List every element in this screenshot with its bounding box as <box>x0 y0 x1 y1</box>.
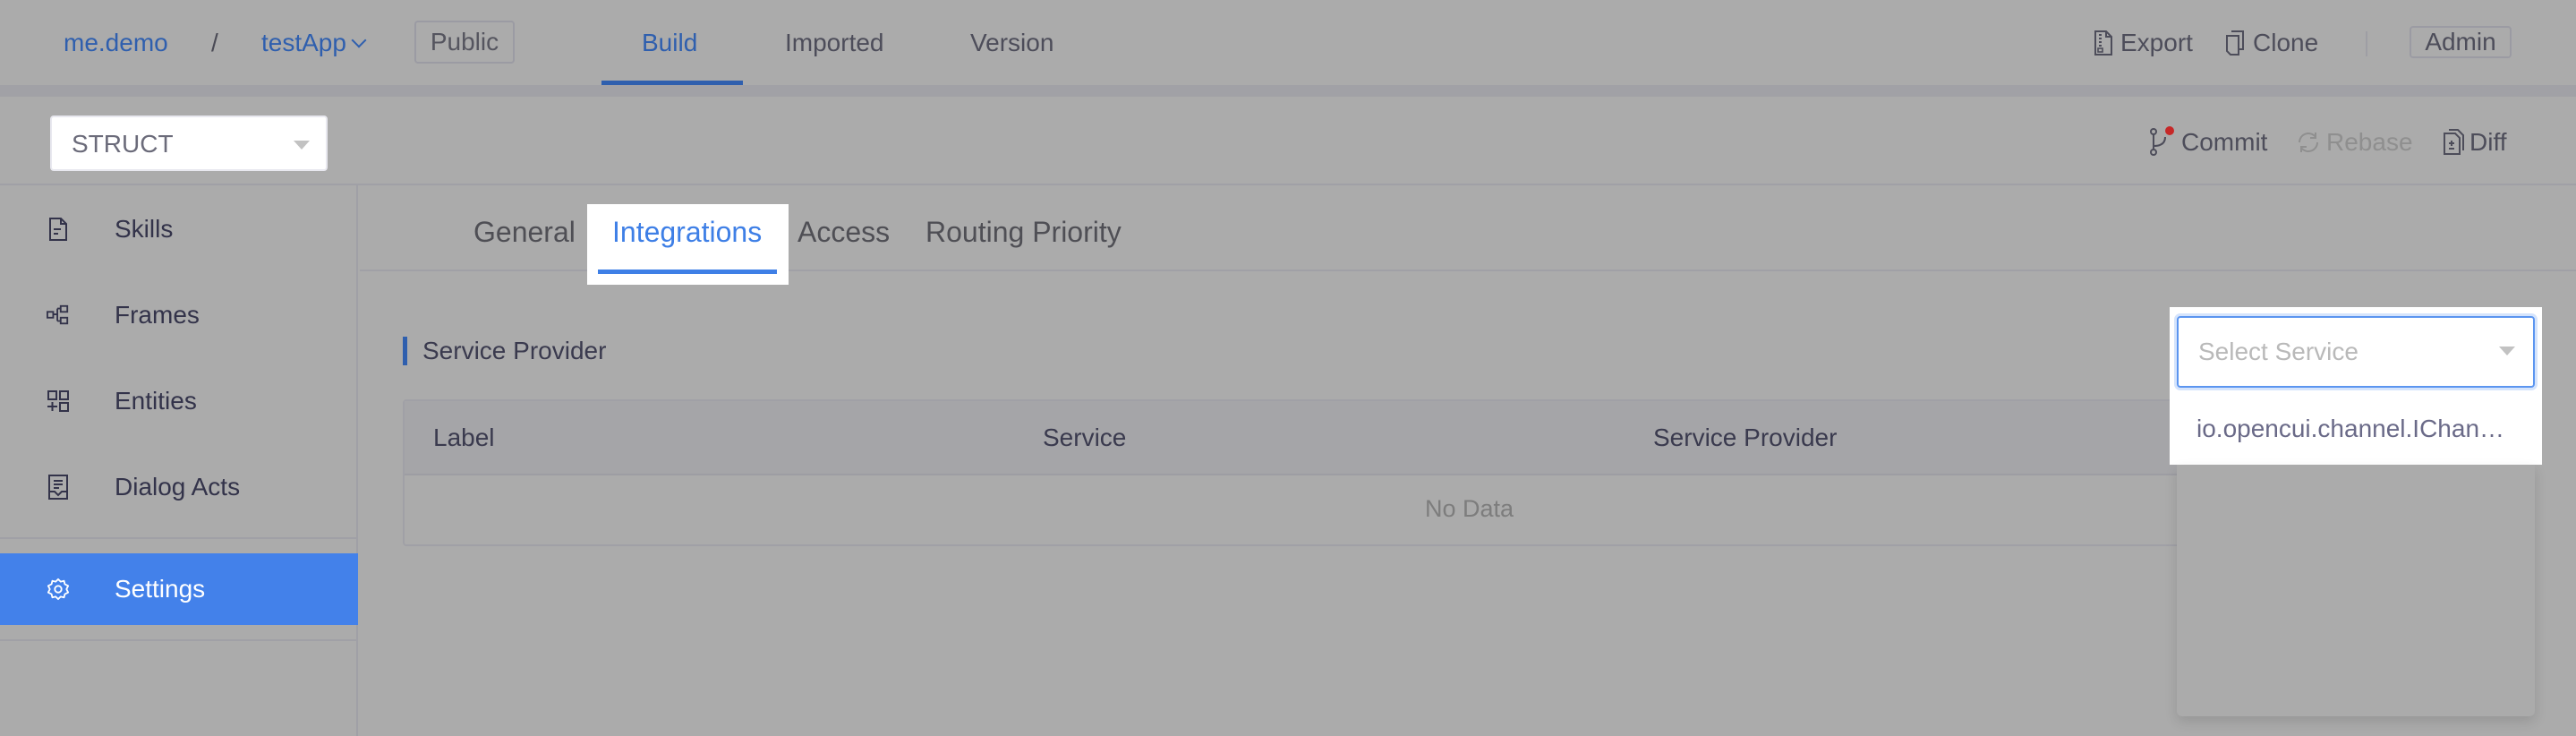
caret-down-icon <box>2499 347 2515 355</box>
tab-integrations[interactable]: Integrations <box>612 214 762 250</box>
service-option-label: io.opencui.channel.IChan… <box>2196 415 2505 442</box>
column-header-label: Label <box>433 424 495 451</box>
clone-button[interactable]: Clone <box>2224 25 2318 61</box>
column-header-service: Service <box>1043 424 1127 451</box>
export-button[interactable]: Export <box>2094 25 2193 61</box>
section-title: Service Provider <box>422 337 607 364</box>
tab-general[interactable]: General <box>473 214 576 250</box>
chevron-down-icon <box>351 32 367 48</box>
type-select[interactable]: STRUCT <box>50 116 328 171</box>
column-header-service-provider: Service Provider <box>1653 424 1838 451</box>
caret-down-icon <box>294 141 310 150</box>
commit-button[interactable]: Commit <box>2149 126 2267 158</box>
sidebar-item-entities[interactable]: Entities <box>0 365 358 437</box>
diff-label: Diff <box>2469 128 2507 156</box>
service-provider-table: Label Service Service Provider No Data <box>403 399 2193 546</box>
sidebar: Skills Frames Entities Dialog Acts Setti… <box>0 185 358 736</box>
gear-icon <box>47 578 70 601</box>
nav-tab-imported[interactable]: Imported <box>785 27 884 59</box>
table-empty-state: No Data <box>405 475 2191 544</box>
sidebar-item-label: Skills <box>115 215 174 243</box>
sidebar-divider <box>0 537 358 539</box>
header-shadow-band <box>0 85 2576 97</box>
copy-icon <box>2226 30 2244 56</box>
sidebar-item-settings[interactable]: Settings <box>0 553 358 625</box>
tab-access[interactable]: Access <box>798 214 890 250</box>
section-accent-bar <box>403 337 407 365</box>
sidebar-item-label: Settings <box>115 575 206 603</box>
rebase-button[interactable]: Rebase <box>2296 126 2413 158</box>
diff-button[interactable]: Diff <box>2443 126 2507 158</box>
empty-text: No Data <box>1425 495 1514 522</box>
workspace-toolbar: STRUCT Commit Rebase Diff <box>0 97 2576 185</box>
tab-routing-priority[interactable]: Routing Priority <box>925 214 1122 250</box>
file-zip-icon <box>2094 30 2112 56</box>
type-select-value: STRUCT <box>72 130 174 158</box>
file-diff-icon <box>2444 129 2464 155</box>
nav-tab-version[interactable]: Version <box>970 27 1053 59</box>
role-badge[interactable]: Admin <box>2410 26 2512 58</box>
app-switcher[interactable]: testApp <box>261 27 367 59</box>
breadcrumb-org-link[interactable]: me.demo <box>64 27 168 59</box>
sidebar-item-frames[interactable]: Frames <box>0 279 358 351</box>
sidebar-item-label: Dialog Acts <box>115 473 241 501</box>
app-name: testApp <box>261 29 346 56</box>
document-icon <box>47 218 70 241</box>
service-select-placeholder: Select Service <box>2198 338 2358 365</box>
sidebar-divider <box>0 639 358 641</box>
inbox-document-icon <box>47 475 70 500</box>
sync-icon <box>2299 133 2318 152</box>
sidebar-item-dialog-acts[interactable]: Dialog Acts <box>0 451 358 523</box>
export-label: Export <box>2120 29 2193 56</box>
clone-label: Clone <box>2253 29 2319 56</box>
rebase-label: Rebase <box>2326 128 2413 156</box>
breadcrumb-separator: / <box>211 29 218 56</box>
service-dropdown-panel <box>2177 465 2535 716</box>
sidebar-item-label: Frames <box>115 301 200 329</box>
tab-active-indicator <box>598 270 777 274</box>
commit-change-dot <box>2165 126 2174 135</box>
header-divider <box>2366 31 2367 56</box>
sidebar-item-skills[interactable]: Skills <box>0 193 358 265</box>
commit-label: Commit <box>2181 128 2268 156</box>
tree-structure-icon <box>47 304 70 327</box>
blocks-add-icon <box>47 389 70 413</box>
top-header: me.demo / testApp Public Build Imported … <box>0 0 2576 85</box>
visibility-badge: Public <box>414 21 515 64</box>
service-option[interactable]: io.opencui.channel.IChan… <box>2177 397 2535 465</box>
table-header: Label Service Service Provider <box>405 401 2191 475</box>
nav-tab-build[interactable]: Build <box>642 27 697 59</box>
sidebar-item-label: Entities <box>115 387 197 415</box>
service-select[interactable]: Select Service <box>2177 316 2535 388</box>
service-select-container: Select Service io.opencui.channel.IChan… <box>2170 307 2542 465</box>
git-branch-icon <box>2150 126 2174 156</box>
